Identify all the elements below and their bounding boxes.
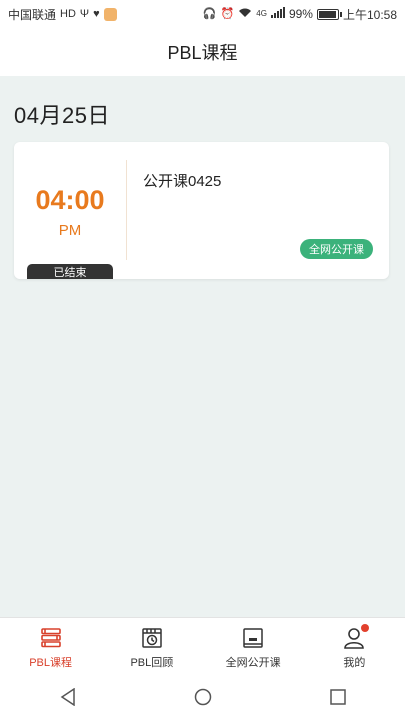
back-triangle-icon	[60, 687, 75, 706]
date-heading: 04月25日	[14, 103, 110, 128]
course-time-block: 04:00 PM	[14, 142, 126, 279]
course-status-badge: 已结束	[27, 264, 113, 279]
notification-dot	[361, 624, 370, 632]
app-header: PBL课程	[0, 28, 405, 76]
clock: 上午10:58	[342, 7, 397, 22]
nav-item-mine[interactable]: 我的	[304, 618, 405, 673]
back-button[interactable]	[48, 677, 88, 717]
bottom-nav: PBL课程 PBL回顾 全网公开课 我的	[0, 617, 405, 673]
usb-icon: Ψ	[79, 8, 90, 20]
course-ampm: PM	[58, 222, 82, 239]
hd-voice-icon: HD	[60, 8, 76, 20]
health-icon: ♥	[93, 8, 100, 20]
recents-button[interactable]	[318, 677, 358, 717]
carrier-name: 中国联通	[8, 7, 57, 22]
course-title: 公开课0425	[143, 173, 222, 190]
course-card[interactable]: 04:00 PM 已结束 公开课0425 全网公开课	[14, 142, 389, 279]
nav-label: 我的	[343, 657, 366, 669]
alarm-icon: ⏰	[220, 8, 235, 20]
signal-icon	[270, 7, 285, 21]
nav-item-pbl-course[interactable]: PBL课程	[0, 618, 101, 673]
network-type-label: 4G	[256, 9, 267, 18]
page-title: PBL课程	[167, 43, 238, 63]
review-calendar-icon	[140, 626, 164, 650]
card-divider	[126, 160, 127, 260]
nav-item-public-course[interactable]: 全网公开课	[203, 618, 304, 673]
home-button[interactable]	[183, 677, 223, 717]
nav-item-pbl-review[interactable]: PBL回顾	[101, 618, 202, 673]
nav-label: PBL课程	[29, 657, 73, 669]
headphones-icon: 🎧	[202, 8, 217, 20]
system-nav-bar	[0, 673, 405, 720]
wifi-icon	[238, 7, 252, 21]
battery-percent: 99%	[288, 7, 313, 21]
status-bar: 中国联通 HD Ψ ♥ 🎧 ⏰ 4G 99% 上午10:58	[0, 0, 405, 28]
nav-label: PBL回顾	[130, 657, 174, 669]
profile-icon	[342, 624, 370, 650]
nav-label: 全网公开课	[225, 657, 281, 669]
course-time: 04:00	[35, 185, 105, 215]
recents-square-icon	[329, 688, 346, 705]
course-tag-badge: 全网公开课	[300, 239, 373, 259]
app-notification-icon	[103, 7, 117, 21]
home-circle-icon	[194, 688, 211, 705]
public-course-icon	[241, 626, 265, 650]
battery-icon	[316, 8, 342, 20]
course-books-icon	[39, 626, 63, 650]
